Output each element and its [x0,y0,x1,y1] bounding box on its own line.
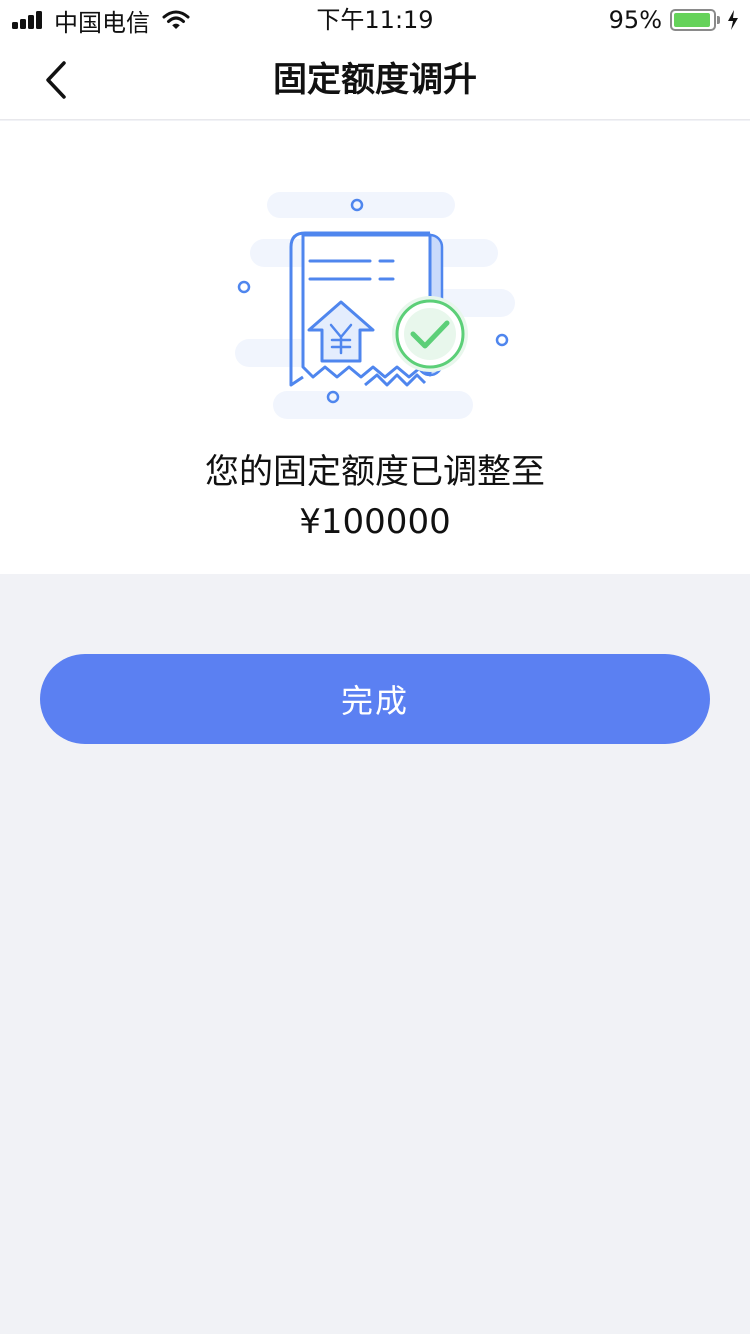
battery-icon [670,9,720,31]
status-bar: 中国电信 下午11:19 95% [0,0,750,40]
battery-percent: 95% [608,6,662,34]
page-title: 固定额度调升 [273,60,477,100]
status-bar-right: 95% [609,6,740,34]
receipt-success-illustration [235,192,515,419]
nav-bar: 固定额度调升 [0,40,750,120]
result-message: 您的固定额度已调整至 [205,452,545,492]
done-button[interactable]: 完成 [40,654,710,744]
result-panel: 您的固定额度已调整至 ¥100000 [0,121,750,574]
charging-bolt-icon [728,10,738,30]
limit-amount: ¥100000 [299,502,451,542]
battery-fill [674,13,711,27]
